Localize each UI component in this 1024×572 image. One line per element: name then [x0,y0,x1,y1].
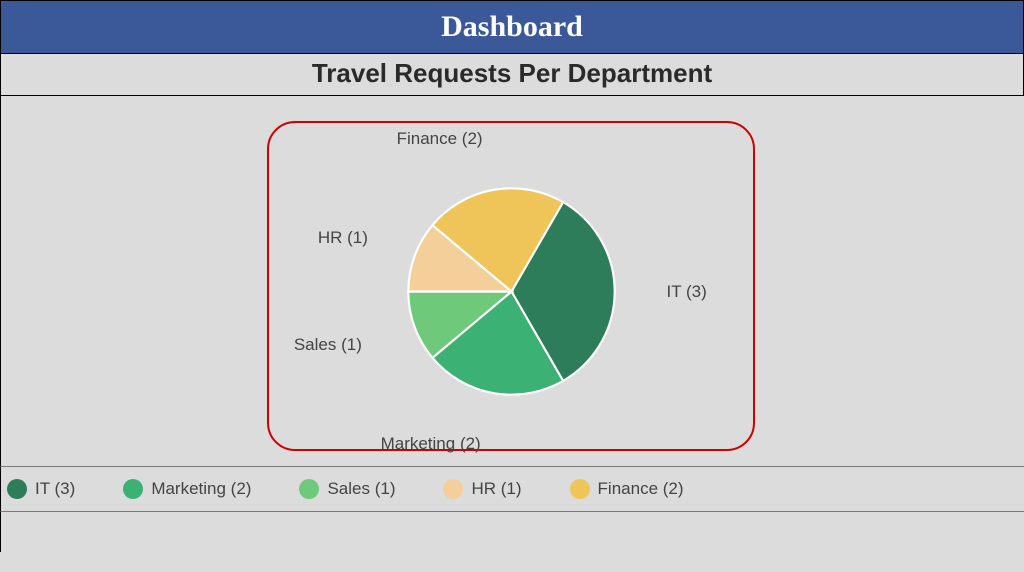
legend-label: Finance (2) [598,479,684,499]
circle-icon [299,479,319,499]
chart-area: IT (3) Marketing (2) Sales (1) HR (1) Fi… [0,96,1024,466]
legend: IT (3) Marketing (2) Sales (1) HR (1) Fi… [0,466,1024,512]
legend-item: Finance (2) [570,479,732,499]
circle-icon [570,479,590,499]
slice-label-it: IT (3) [667,282,707,302]
circle-icon [123,479,143,499]
pie-chart [404,184,619,399]
dashboard-header: Dashboard [0,0,1024,54]
legend-item: Marketing (2) [123,479,299,499]
legend-item: HR (1) [443,479,569,499]
slice-label-hr: HR (1) [318,228,368,248]
pie-svg [404,184,619,399]
legend-item: Sales (1) [299,479,443,499]
slice-label-marketing: Marketing (2) [381,434,481,454]
legend-label: HR (1) [471,479,521,499]
circle-icon [443,479,463,499]
legend-label: Marketing (2) [151,479,251,499]
legend-item: IT (3) [7,479,123,499]
bottom-spacer [0,512,1024,552]
section-title: Travel Requests Per Department [0,54,1024,96]
slice-label-sales: Sales (1) [294,335,362,355]
legend-label: IT (3) [35,479,75,499]
legend-label: Sales (1) [327,479,395,499]
slice-label-finance: Finance (2) [397,129,483,149]
circle-icon [7,479,27,499]
